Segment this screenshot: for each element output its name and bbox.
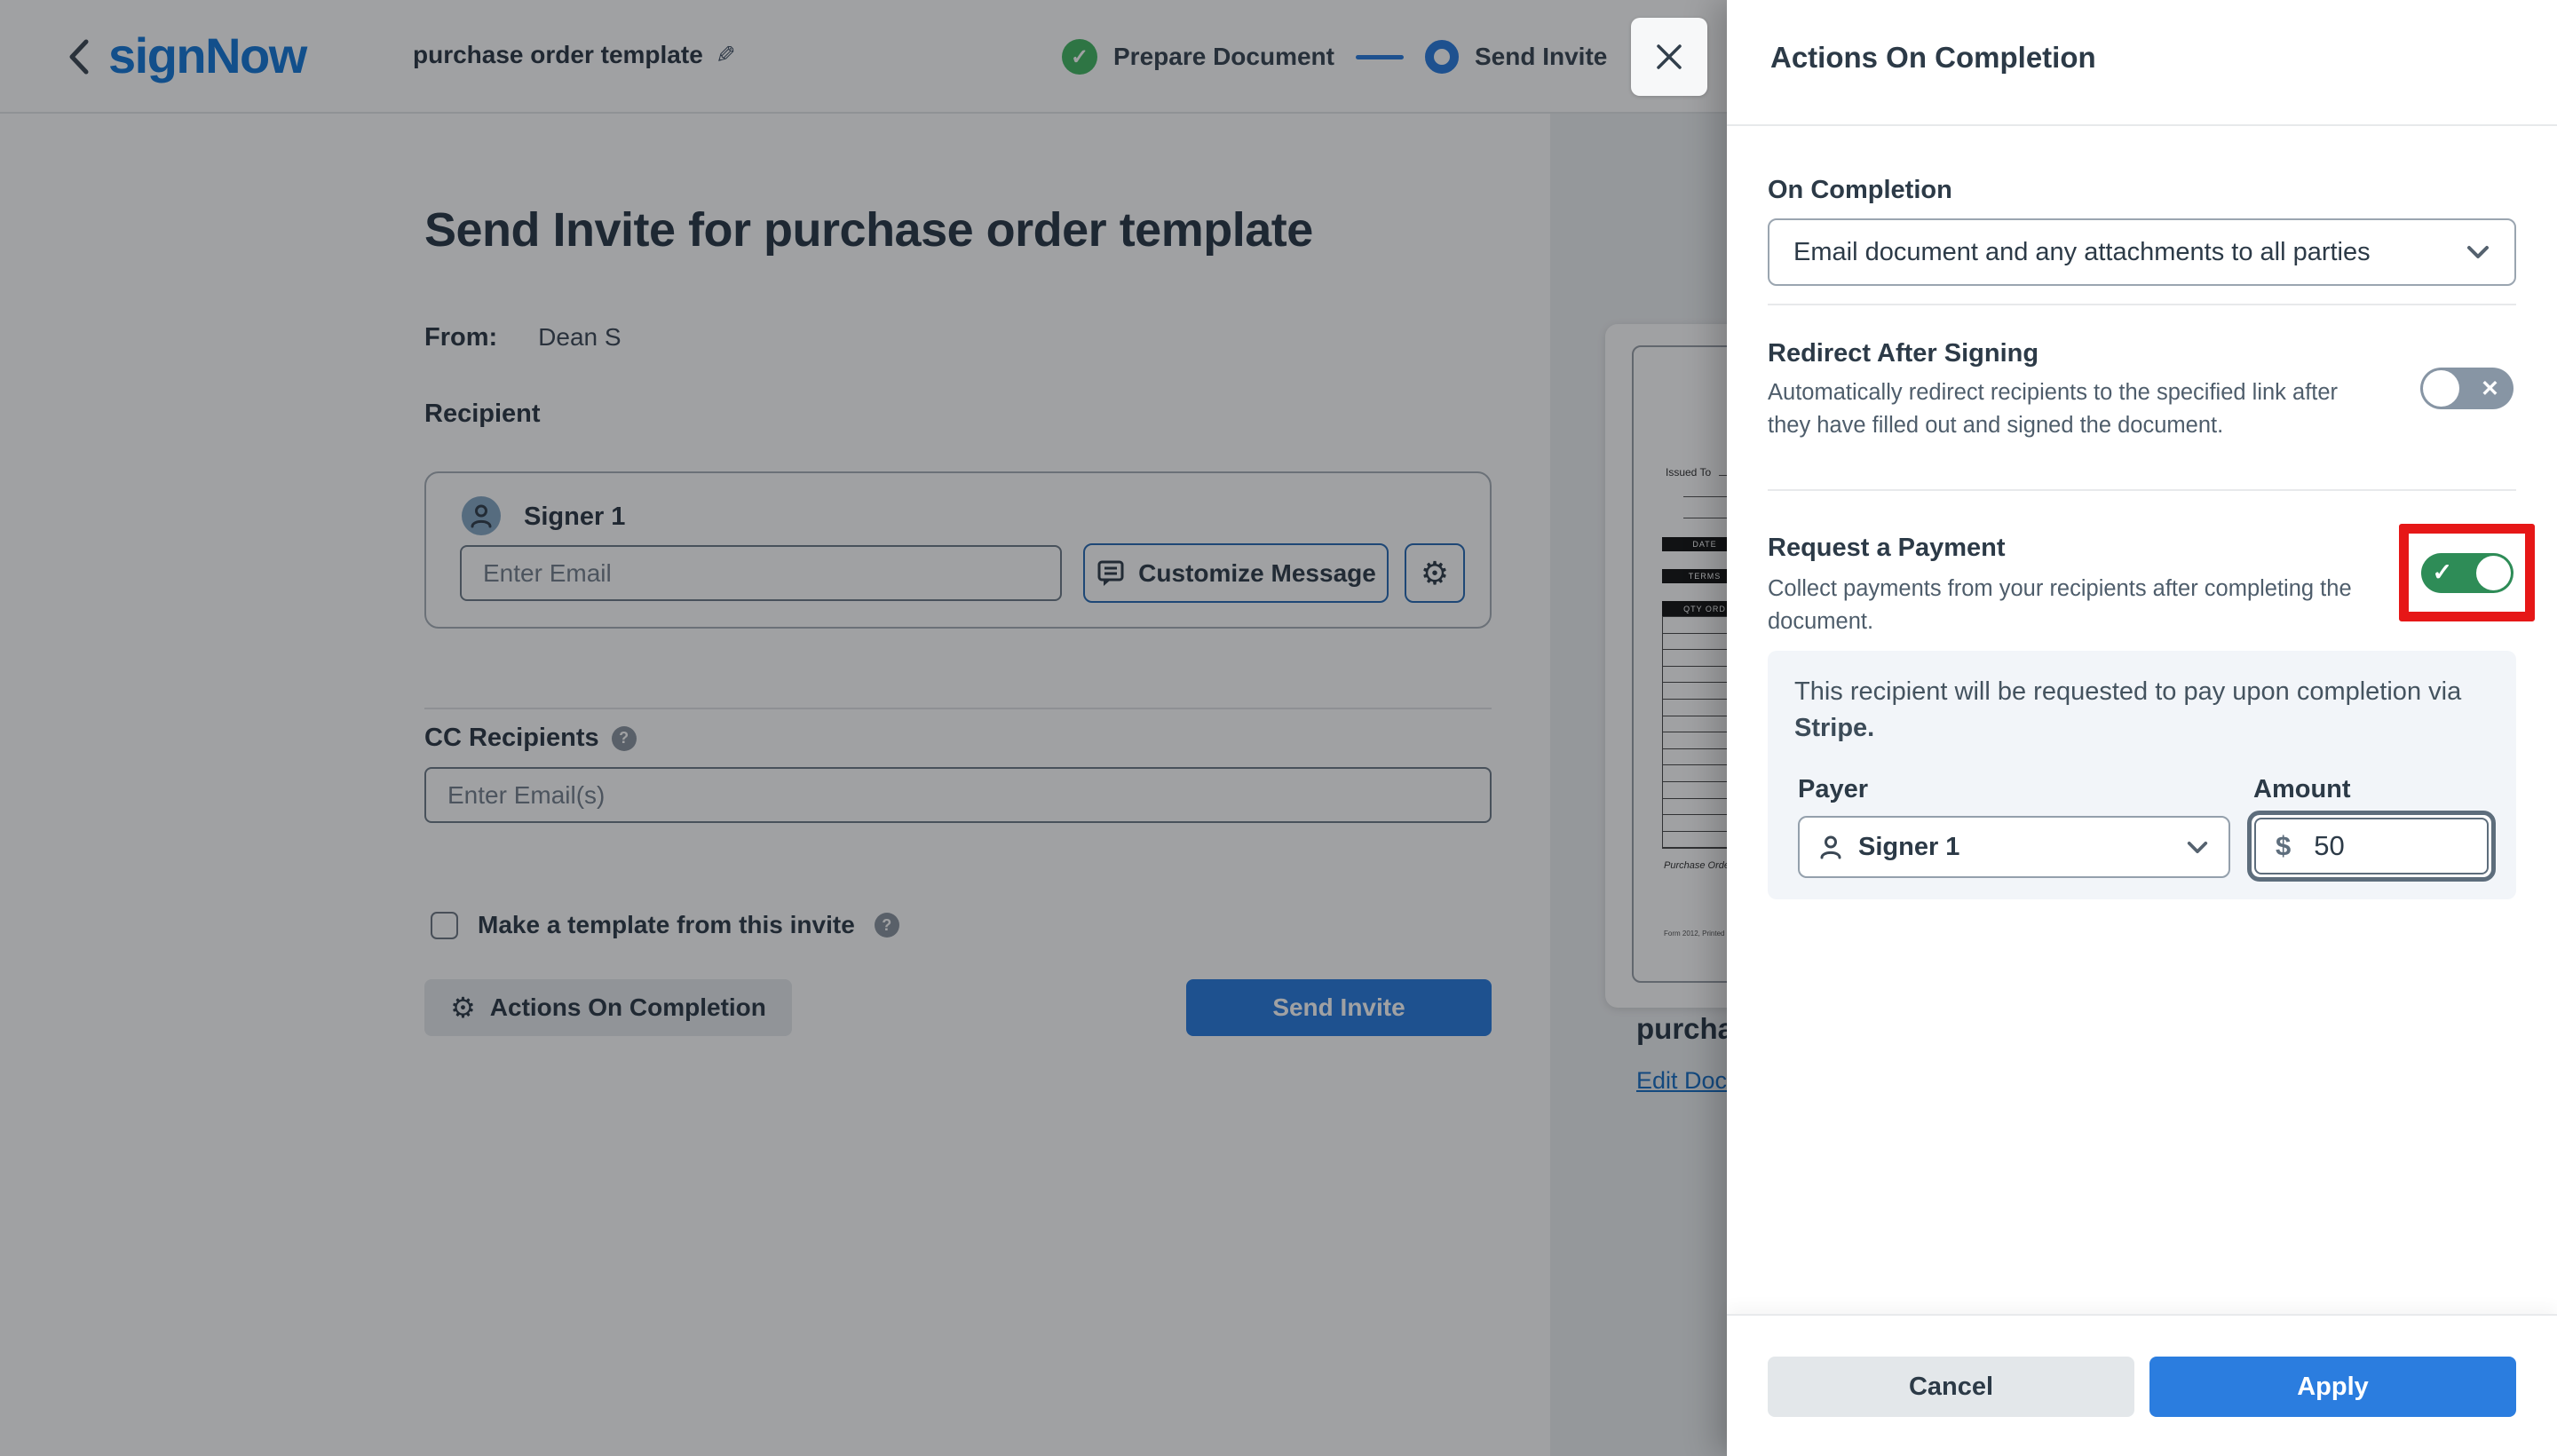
panel-title: Actions On Completion: [1770, 41, 2096, 75]
app-window: signNow purchase order template ✎ ✓ Prep…: [0, 0, 2557, 1456]
close-button[interactable]: [1631, 18, 1707, 96]
redirect-description: Automatically redirect recipients to the…: [1768, 376, 2380, 442]
request-payment-description: Collect payments from your recipients af…: [1768, 573, 2380, 638]
request-payment-title: Request a Payment: [1768, 534, 2006, 563]
toggle-knob: [2423, 370, 2459, 407]
redirect-toggle-off[interactable]: ✕: [2420, 368, 2513, 409]
toggle-x-icon: ✕: [2481, 376, 2499, 402]
panel-divider: [1768, 489, 2516, 491]
close-icon: [1653, 41, 1685, 73]
modal-overlay[interactable]: [0, 0, 1727, 1456]
on-completion-value: Email document and any attachments to al…: [1793, 238, 2466, 267]
redirect-after-signing-title: Redirect After Signing: [1768, 339, 2038, 368]
panel-divider: [1768, 304, 2516, 305]
panel-footer: Cancel Apply: [1727, 1314, 2557, 1456]
dollar-icon: $: [2276, 830, 2291, 862]
amount-input[interactable]: $ 50: [2247, 811, 2496, 882]
payer-select[interactable]: Signer 1: [1798, 816, 2230, 878]
payment-info-box: This recipient will be requested to pay …: [1768, 651, 2516, 899]
amount-value: 50: [2314, 830, 2344, 862]
person-icon: [1819, 835, 1842, 859]
payment-info-text-regular: This recipient will be requested to pay …: [1794, 677, 2461, 706]
payment-info-text-stripe: Stripe.: [1794, 714, 1874, 742]
payment-toggle-on[interactable]: ✓: [2421, 553, 2513, 593]
actions-on-completion-panel: Actions On Completion On Completion Emai…: [1727, 0, 2557, 1456]
cancel-button[interactable]: Cancel: [1768, 1357, 2134, 1417]
apply-button[interactable]: Apply: [2149, 1357, 2516, 1417]
on-completion-label: On Completion: [1768, 176, 1952, 205]
toggle-check-icon: ✓: [2433, 559, 2453, 587]
panel-divider: [1727, 124, 2557, 126]
payer-value: Signer 1: [1858, 833, 2170, 862]
payer-label: Payer: [1798, 775, 1868, 804]
amount-label: Amount: [2253, 775, 2351, 804]
annotation-highlight-box: ✓: [2399, 524, 2535, 621]
chevron-down-icon: [2186, 840, 2209, 855]
on-completion-select[interactable]: Email document and any attachments to al…: [1768, 218, 2516, 286]
chevron-down-icon: [2466, 244, 2490, 260]
payment-info-text: This recipient will be requested to pay …: [1794, 674, 2469, 747]
toggle-knob: [2476, 556, 2511, 590]
